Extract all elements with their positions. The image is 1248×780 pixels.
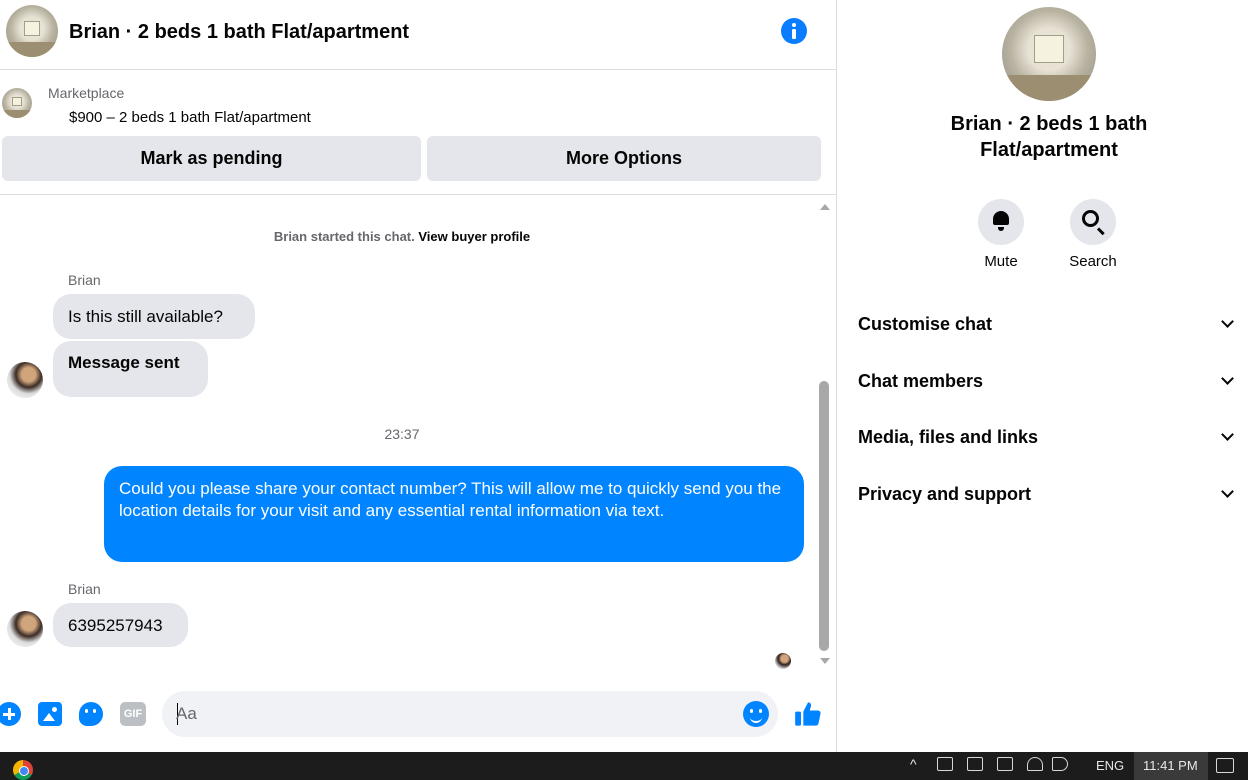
listing-price[interactable]: $900 – 2 beds 1 bath Flat/apartment (69, 109, 311, 126)
tray-expand-icon[interactable]: ^ (910, 756, 917, 772)
chat-title[interactable]: Brian · 2 beds 1 bath Flat/apartment (69, 21, 409, 44)
incoming-message[interactable]: Message sent (53, 341, 208, 397)
section-media-files-links[interactable]: Media, files and links (858, 417, 1238, 457)
chat-header: Brian · 2 beds 1 bath Flat/apartment (0, 0, 836, 70)
plus-icon[interactable] (0, 702, 21, 726)
info-icon[interactable] (781, 18, 807, 44)
mark-as-pending-button[interactable]: Mark as pending (2, 136, 421, 181)
marketplace-listing: Marketplace $900 – 2 beds 1 bath Flat/ap… (0, 71, 836, 195)
section-chat-members[interactable]: Chat members (858, 361, 1238, 401)
chevron-down-icon (1221, 485, 1234, 498)
section-privacy-support[interactable]: Privacy and support (858, 474, 1238, 514)
section-customise-chat[interactable]: Customise chat (858, 304, 1238, 344)
listing-avatar[interactable] (6, 5, 58, 57)
time-separator: 23:37 (384, 426, 420, 442)
chevron-down-icon (1221, 315, 1234, 328)
section-label: Media, files and links (858, 426, 1039, 447)
notification-icon[interactable] (1216, 758, 1234, 773)
chat-start-notice: Brian started this chat. View buyer prof… (0, 229, 804, 244)
windows-taskbar: ^ ENG 11:41 PM (0, 752, 1248, 780)
section-label: Chat members (858, 370, 984, 391)
battery-icon[interactable] (997, 757, 1013, 771)
listing-source: Marketplace (48, 85, 125, 101)
app-tray-icon[interactable] (967, 757, 983, 771)
scroll-down-arrow[interactable] (820, 658, 830, 664)
meet-now-icon[interactable] (937, 757, 953, 771)
chrome-icon[interactable] (13, 760, 33, 780)
clock-area[interactable]: 11:41 PM (1134, 752, 1208, 780)
wifi-icon[interactable] (1027, 757, 1043, 771)
like-icon[interactable] (794, 700, 822, 728)
view-buyer-profile-link[interactable]: View buyer profile (418, 229, 530, 244)
notice-text: Brian started this chat. (273, 229, 415, 244)
message-scrollbar[interactable] (817, 196, 831, 668)
more-options-button[interactable]: More Options (427, 136, 821, 181)
chat-panel: Brian · 2 beds 1 bath Flat/apartment Mar… (0, 0, 837, 752)
chevron-down-icon (1221, 428, 1234, 441)
scroll-thumb[interactable] (819, 381, 829, 651)
photo-icon[interactable] (38, 702, 62, 726)
section-label: Privacy and support (858, 483, 1032, 504)
volume-icon[interactable] (1052, 757, 1068, 771)
message-composer: GIF (0, 680, 836, 752)
message-list: Brian started this chat. View buyer prof… (0, 196, 836, 680)
mute-action[interactable]: Mute (966, 199, 1036, 270)
search-label: Search (1069, 253, 1117, 270)
info-title: Brian · 2 beds 1 bath Flat/apartment (950, 113, 1148, 161)
outgoing-message[interactable]: Could you please share your contact numb… (104, 466, 804, 562)
read-receipt-avatar (775, 653, 791, 669)
section-label: Customise chat (858, 313, 993, 334)
chevron-down-icon (1221, 372, 1234, 385)
conversation-info-panel: Brian · 2 beds 1 bath Flat/apartment Mut… (838, 0, 1248, 752)
listing-thumbnail[interactable] (2, 88, 32, 118)
language-indicator[interactable]: ENG (1096, 758, 1124, 773)
sender-name: Brian (68, 581, 101, 597)
bell-icon (993, 211, 1009, 231)
mute-label: Mute (984, 253, 1018, 270)
sender-avatar[interactable] (7, 611, 43, 647)
emoji-icon[interactable] (743, 701, 769, 727)
incoming-message[interactable]: 6395257943 (53, 603, 188, 647)
search-button[interactable] (1070, 199, 1116, 245)
sender-name: Brian (68, 272, 101, 288)
search-icon (1082, 210, 1099, 227)
scroll-up-arrow[interactable] (820, 204, 830, 210)
message-input-wrapper[interactable] (162, 691, 778, 737)
search-action[interactable]: Search (1058, 199, 1128, 270)
messenger-app: Brian · 2 beds 1 bath Flat/apartment Mar… (0, 0, 1248, 780)
message-input[interactable] (176, 699, 736, 729)
clock: 11:41 PM (1143, 758, 1198, 773)
sender-avatar[interactable] (7, 362, 43, 398)
incoming-message[interactable]: Is this still available? (53, 294, 255, 339)
sticker-icon[interactable] (79, 702, 103, 726)
listing-avatar-large[interactable] (1002, 7, 1096, 101)
gif-icon[interactable]: GIF (120, 702, 146, 726)
mute-button[interactable] (978, 199, 1024, 245)
